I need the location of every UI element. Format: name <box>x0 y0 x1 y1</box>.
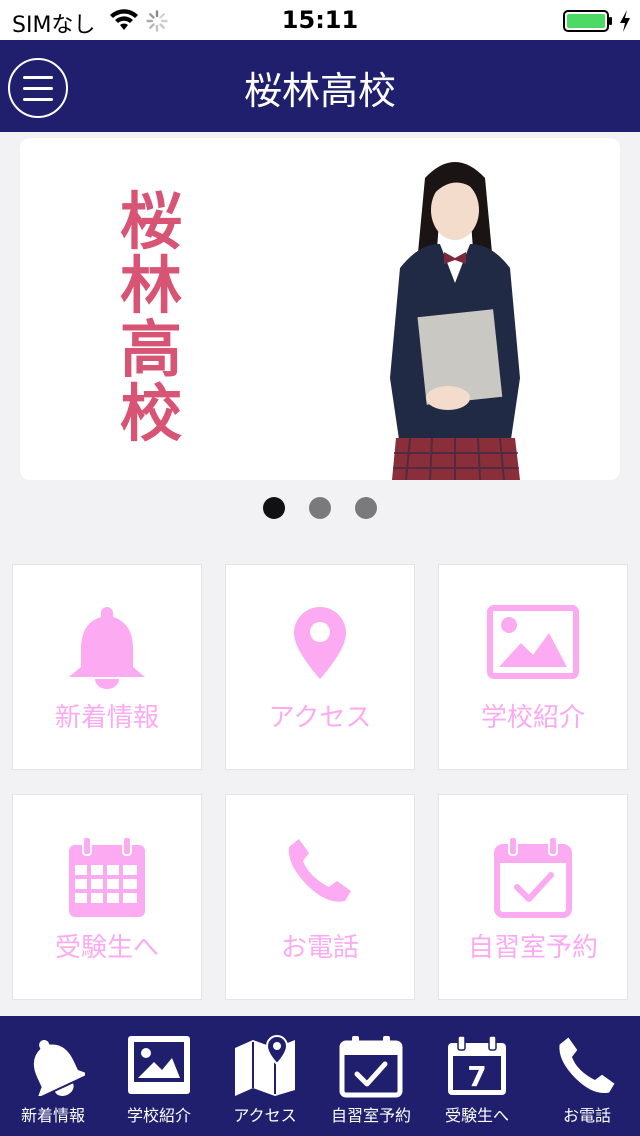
tab-label: お電話 <box>562 1106 611 1125</box>
bell-icon <box>69 607 145 689</box>
tile-school-intro[interactable]: 学校紹介 <box>438 564 628 770</box>
banner-calligraphy: 桜 林 高 校 <box>120 190 190 446</box>
phone-icon <box>288 839 351 902</box>
tab-bar: 新着情報 学校紹介 アクセス 自習室予約 7 受験生へ お電話 <box>0 1016 640 1136</box>
calendar-check-icon <box>494 836 572 918</box>
tab-label: 受験生へ <box>444 1106 509 1125</box>
tile-label: アクセス <box>268 703 372 733</box>
image-icon <box>487 605 579 679</box>
bell-icon <box>33 1040 85 1096</box>
tile-applicants[interactable]: 受験生へ <box>12 794 202 1000</box>
calendar-7-icon: 7 <box>448 1035 506 1095</box>
tab-news[interactable]: 新着情報 <box>0 1016 106 1136</box>
student-photo <box>390 162 520 480</box>
tab-phone[interactable]: お電話 <box>534 1016 640 1136</box>
image-icon <box>128 1036 190 1094</box>
carousel-dot[interactable] <box>263 497 285 519</box>
tile-label: 新着情報 <box>54 703 159 733</box>
tile-label: 自習室予約 <box>467 933 598 963</box>
tile-access[interactable]: アクセス <box>225 564 415 770</box>
phone-icon <box>559 1037 615 1094</box>
charging-bolt-icon <box>620 10 630 32</box>
calligraphy-char: 校 <box>120 377 183 450</box>
calendar-grid-icon <box>69 836 145 917</box>
map-icon <box>235 1034 295 1096</box>
calendar-day-number: 7 <box>467 1060 486 1093</box>
calligraphy-char: 高 <box>120 313 183 386</box>
carousel-dot[interactable] <box>355 497 377 519</box>
banner-carousel[interactable]: 桜 林 高 校 <box>20 138 620 480</box>
tile-label: 学校紹介 <box>480 703 585 733</box>
calligraphy-char: 林 <box>120 249 183 322</box>
tab-label: 新着情報 <box>20 1106 85 1125</box>
tab-label: 自習室予約 <box>330 1106 411 1125</box>
tab-access[interactable]: アクセス <box>212 1016 318 1136</box>
tab-school-intro[interactable]: 学校紹介 <box>106 1016 212 1136</box>
map-pin-icon <box>294 607 346 679</box>
tile-study-room-booking[interactable]: 自習室予約 <box>438 794 628 1000</box>
tile-news[interactable]: 新着情報 <box>12 564 202 770</box>
clock: 15:11 <box>281 6 359 34</box>
calendar-check-icon <box>339 1036 403 1098</box>
tab-applicants[interactable]: 7 受験生へ <box>424 1016 530 1136</box>
page-title: 桜林高校 <box>243 69 396 113</box>
tile-label: 受験生へ <box>54 933 159 963</box>
nav-bar: 桜林高校 <box>0 40 640 132</box>
tab-label: 学校紹介 <box>126 1106 191 1125</box>
status-bar: SIMなし 15:11 <box>0 0 640 40</box>
carousel-dot[interactable] <box>309 497 331 519</box>
tab-label: アクセス <box>233 1106 297 1125</box>
tab-study-room-booking[interactable]: 自習室予約 <box>318 1016 424 1136</box>
carousel-page-indicator <box>0 497 640 521</box>
calligraphy-char: 桜 <box>120 185 183 258</box>
tile-phone[interactable]: お電話 <box>225 794 415 1000</box>
hamburger-menu-icon[interactable] <box>8 58 68 118</box>
battery-icon <box>563 10 612 32</box>
tile-label: お電話 <box>280 933 359 963</box>
